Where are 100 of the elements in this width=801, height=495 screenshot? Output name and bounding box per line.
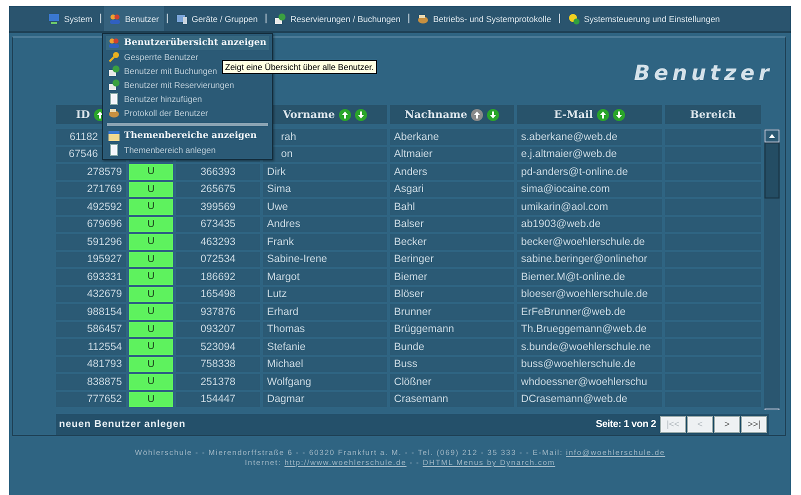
status-badge: U [129,252,173,267]
table-cell: Biemer.M@t-online.de [517,269,662,284]
table-cell: Bunde [390,339,514,354]
table-cell: on [263,146,387,162]
table-cell: Wolfgang [263,374,387,390]
table-cell: 271769 [56,182,126,197]
column-header[interactable]: Nachname [390,105,514,124]
table-cell: 693331 [56,269,126,284]
table-cell: 523094 [176,339,260,354]
table-cell: Biemer [390,269,514,284]
pager-button[interactable]: >>| [741,416,767,433]
table-cell: Andres [263,216,387,232]
table-cell: 758338 [176,356,260,372]
menu-divider: | [164,13,170,24]
table-cell: Stefanie [263,339,387,354]
table-cell: 399569 [176,199,260,214]
table-cell: 195927 [56,252,126,267]
column-label: Nachname [404,108,468,120]
status-badge: U [129,304,173,320]
table-cell: 988154 [56,304,126,320]
menu-item[interactable]: Betriebs- und Systemprotokolle [412,6,556,31]
table-cell: Aberkane [390,129,514,144]
menu-item[interactable]: Systemsteuerung und Einstellungen [562,6,725,31]
table-cell: 093207 [176,322,260,337]
table-cell: 112554 [56,339,126,354]
table-cell: Altmaier [390,146,514,162]
status-badge: U [129,356,173,372]
table-cell: whdoessner@woehlerschu [517,374,662,390]
table-cell: Erhard [263,304,387,320]
table-cell: Balser [390,216,514,232]
menu-item[interactable]: Reservierungen / Buchungen [269,6,406,31]
table-cell: Frank [263,234,387,250]
table-cell: 463293 [176,234,260,250]
table-cell: Buss [390,356,514,372]
table-cell: Dirk [263,164,387,180]
table-cell: s.aberkane@web.de [517,129,662,144]
table-cell: Clößner [390,374,514,390]
menu-item[interactable]: Benutzer [104,6,164,31]
table-cell: Beringer [390,252,514,267]
table-cell: s.bunde@woehlerschule.ne [517,339,662,354]
status-badge: U [129,322,173,337]
status-badge: U [129,234,173,250]
column-label: Bereich [690,108,736,120]
table-cell: becker@woehlerschule.de [517,234,662,250]
status-badge: U [129,269,173,284]
table-cell: Blöser [390,286,514,302]
table-cell: 937876 [176,304,260,320]
table-cell: 838875 [56,374,126,390]
table-cell: bloeser@woehlerschule.de [517,286,662,302]
status-badge: U [129,286,173,302]
table-cell: 072534 [176,252,260,267]
table-cell: buss@woehlerschule.de [517,356,662,372]
table-cell: Anders [390,164,514,180]
table-cell: 278579 [56,164,126,180]
table-cell: Bahl [390,199,514,214]
column-label: E-Mail [554,108,593,120]
table-cell: Crasemann [390,392,514,407]
status-badge: U [129,392,173,407]
table-cell: e.j.altmaier@web.de [517,146,662,162]
menu-item[interactable]: System [43,6,98,31]
menu-divider: | [98,13,103,24]
table-cell: pd-anders@t-online.de [517,164,662,180]
column-label: ID [76,108,90,120]
menu-divider: | [557,13,562,24]
table-cell: 673435 [176,216,260,232]
table-cell: 165498 [176,286,260,302]
table-cell: Margot [263,269,387,284]
table-cell: Becker [390,234,514,250]
dropdown-item[interactable]: Benutzer mit Reservierungen [106,78,269,92]
table-cell: 366393 [176,164,260,180]
table-cell: sabine.beringer@onlinehor [517,252,662,267]
table-cell: ab1903@web.de [517,216,662,232]
column-label: Vorname [283,108,335,120]
menu-item[interactable]: Geräte / Gruppen [170,6,263,31]
table-cell: Uwe [263,199,387,214]
pager-button[interactable]: > [714,416,740,433]
table-cell: Thomas [263,322,387,337]
dropdown-item[interactable]: Benutzer hinzufügen [106,92,269,106]
status-badge: U [129,339,173,354]
table-cell: Sima [263,182,387,197]
menu-divider: | [264,13,268,24]
column-header[interactable]: Bereich [665,105,761,124]
table-cell: 186692 [176,269,260,284]
table-cell: 492592 [56,199,126,214]
table-cell: 586457 [56,322,126,337]
table-cell: ErFeBrunner@web.de [517,304,662,320]
table-cell: 154447 [176,392,260,407]
tooltip: Zeigt eine Übersicht über alle Benutzer. [222,60,377,74]
status-badge: U [129,164,173,180]
table-cell: 591296 [56,234,126,250]
column-header[interactable]: E-Mail [517,105,662,124]
new-user-link[interactable]: neuen Benutzer anlegen [59,418,186,430]
table-cell: 251378 [176,374,260,390]
table-cell: DCrasemann@web.de [517,392,662,407]
table-cell: Michael [263,356,387,372]
page-indicator: Seite: 1 von 2 [596,418,656,430]
table-cell: 265675 [176,182,260,197]
dropdown-item[interactable]: Benutzerübersicht anzeigen [106,36,269,50]
table-cell: 777652 [56,392,126,407]
status-badge: U [129,199,173,214]
